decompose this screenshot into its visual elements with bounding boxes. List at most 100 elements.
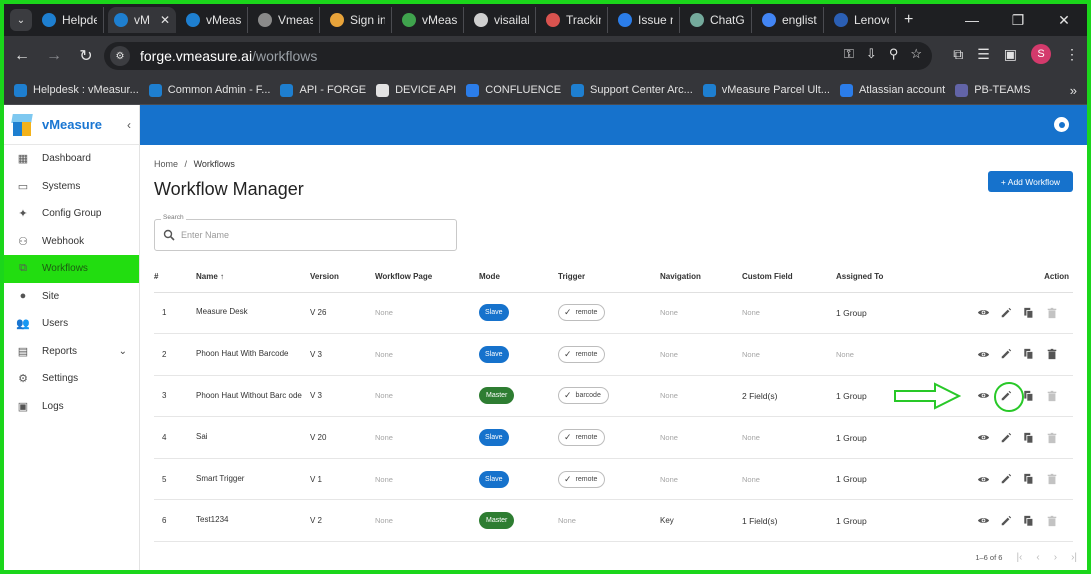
sidebar-item-systems[interactable]: ▭ Systems <box>4 173 139 201</box>
collapse-sidebar-icon[interactable]: ‹ <box>119 118 139 132</box>
sidebar-item-workflows[interactable]: ⧉ Workflows <box>4 255 139 283</box>
delete-icon[interactable] <box>1045 514 1059 528</box>
bookmark-item[interactable]: DEVICE API <box>376 83 456 97</box>
site-info-icon[interactable]: ⚙ <box>110 46 130 66</box>
add-workflow-button[interactable]: + Add Workflow <box>988 171 1073 192</box>
first-page-icon[interactable]: |‹ <box>1016 552 1022 563</box>
view-icon[interactable] <box>976 389 990 403</box>
copy-icon[interactable] <box>1022 514 1036 528</box>
forward-icon[interactable]: → <box>40 47 68 65</box>
sidebar-item-config-group[interactable]: ✦ Config Group <box>4 200 139 228</box>
side-panel-icon[interactable]: ▣ <box>1004 46 1017 63</box>
view-icon[interactable] <box>976 514 990 528</box>
table-row[interactable]: 5 Smart Trigger V 1 None Slave ✓ remote N… <box>154 458 1073 501</box>
table-row[interactable]: 4 Sai V 20 None Slave ✓ remote None None … <box>154 416 1073 459</box>
bookmark-item[interactable]: Helpdesk : vMeasur... <box>14 83 139 97</box>
search-input[interactable] <box>181 226 441 244</box>
bookmark-favicon-icon <box>702 83 716 97</box>
browser-tab[interactable]: vMeas <box>396 7 464 33</box>
browser-tab[interactable]: Sign in <box>324 7 392 33</box>
address-bar[interactable]: ⚙ forge.vmeasure.ai/workflows ⚿ ⇩ ⚲ ☆ <box>104 42 932 70</box>
bookmark-item[interactable]: Support Center Arc... <box>571 83 693 97</box>
edit-icon[interactable] <box>999 306 1013 320</box>
extensions-icon[interactable]: ⧉ <box>953 46 963 63</box>
sidebar-item-site[interactable]: ● Site <box>4 283 139 311</box>
sidebar-item-users[interactable]: 👥 Users <box>4 310 139 338</box>
edit-icon[interactable] <box>999 347 1013 361</box>
copy-icon[interactable] <box>1022 347 1036 361</box>
next-page-icon[interactable]: › <box>1054 552 1057 563</box>
table-row[interactable]: 1 Measure Desk V 26 None Slave ✓ remote N… <box>154 292 1073 335</box>
view-icon[interactable] <box>976 472 990 486</box>
install-app-icon[interactable]: ⇩ <box>866 46 877 62</box>
delete-icon[interactable] <box>1045 389 1059 403</box>
delete-icon[interactable] <box>1045 306 1059 320</box>
sidebar-item-dashboard[interactable]: ▦ Dashboard <box>4 145 139 173</box>
column-header[interactable]: Name ↑ <box>196 262 310 293</box>
last-page-icon[interactable]: ›| <box>1071 552 1077 563</box>
browser-tab[interactable]: Helpde <box>36 7 104 33</box>
delete-icon[interactable] <box>1045 472 1059 486</box>
browser-tab[interactable]: Trackin <box>540 7 608 33</box>
copy-icon[interactable] <box>1022 389 1036 403</box>
account-icon[interactable] <box>1054 117 1069 132</box>
prev-page-icon[interactable]: ‹ <box>1036 552 1039 563</box>
breadcrumb-home[interactable]: Home <box>154 159 178 169</box>
edit-icon[interactable] <box>999 431 1013 445</box>
restore-icon[interactable]: ❐ <box>995 12 1041 29</box>
sidebar-item-webhook[interactable]: ⚇ Webhook <box>4 228 139 256</box>
close-window-icon[interactable]: ✕ <box>1041 12 1087 29</box>
key-icon[interactable]: ⚿ <box>844 46 854 62</box>
bookmark-item[interactable]: vMeasure Parcel Ult... <box>702 83 830 97</box>
sidebar-item-settings[interactable]: ⚙ Settings <box>4 365 139 393</box>
browser-tab[interactable]: visailab <box>468 7 536 33</box>
sidebar-item-reports[interactable]: ▤ Reports ⌄ <box>4 338 139 366</box>
table-row[interactable]: 6 Test1234 V 2 None Master None Key 1 Fi… <box>154 499 1073 543</box>
search-field[interactable]: Search <box>154 214 457 251</box>
minimize-icon[interactable]: — <box>949 12 995 28</box>
bookmark-item[interactable]: Common Admin - F... <box>148 83 270 97</box>
browser-tab[interactable]: vM ✕ <box>108 7 176 33</box>
column-header-label: Trigger <box>558 272 586 282</box>
browser-tab[interactable]: englist <box>756 7 824 33</box>
delete-icon[interactable] <box>1045 431 1059 445</box>
browser-menu-icon[interactable]: ⋮ <box>1065 46 1079 63</box>
edit-icon[interactable] <box>999 514 1013 528</box>
tab-title: Trackin <box>566 13 601 27</box>
view-icon[interactable] <box>976 431 990 445</box>
edit-icon[interactable] <box>999 472 1013 486</box>
browser-tab[interactable]: Issue n <box>612 7 680 33</box>
bookmark-favicon-icon <box>571 83 585 97</box>
bookmark-label: Helpdesk : vMeasur... <box>33 84 139 96</box>
close-tab-icon[interactable]: ✕ <box>160 13 170 27</box>
trigger-cell: ✓ remote <box>558 292 660 335</box>
bookmark-item[interactable]: Atlassian account <box>839 83 945 97</box>
delete-icon[interactable] <box>1045 347 1059 361</box>
table-row[interactable]: 2 Phoon Haut With Barcode V 3 None Slave… <box>154 333 1073 376</box>
bookmark-item[interactable]: API - FORGE <box>280 83 366 97</box>
view-icon[interactable] <box>976 306 990 320</box>
copy-icon[interactable] <box>1022 431 1036 445</box>
chevron-down-icon[interactable]: ⌄ <box>119 346 127 357</box>
tab-search-icon[interactable]: ⌄ <box>10 9 32 31</box>
reading-list-icon[interactable]: ☰ <box>977 46 990 63</box>
new-tab-icon[interactable]: + <box>904 11 913 29</box>
copy-icon[interactable] <box>1022 306 1036 320</box>
sidebar-item-logs[interactable]: ▣ Logs <box>4 393 139 421</box>
reload-icon[interactable]: ↻ <box>72 46 100 66</box>
back-icon[interactable]: ← <box>8 47 36 65</box>
bookmark-star-icon[interactable]: ☆ <box>910 46 922 62</box>
bookmark-item[interactable]: PB-TEAMS <box>955 83 1030 97</box>
browser-tab[interactable]: ChatGl <box>684 7 752 33</box>
workflow-page: None <box>375 292 479 335</box>
browser-tab[interactable]: Lenovo <box>828 7 896 33</box>
browser-tab[interactable]: Vmeas <box>252 7 320 33</box>
view-icon[interactable] <box>976 347 990 361</box>
zoom-icon[interactable]: ⚲ <box>889 46 899 62</box>
copy-icon[interactable] <box>1022 472 1036 486</box>
more-bookmarks-icon[interactable]: » <box>1070 83 1077 98</box>
bookmark-item[interactable]: CONFLUENCE <box>466 83 561 97</box>
browser-tab[interactable]: vMeas <box>180 7 248 33</box>
profile-avatar[interactable]: S <box>1031 44 1051 64</box>
sort-ascending-icon[interactable]: ↑ <box>220 272 224 281</box>
